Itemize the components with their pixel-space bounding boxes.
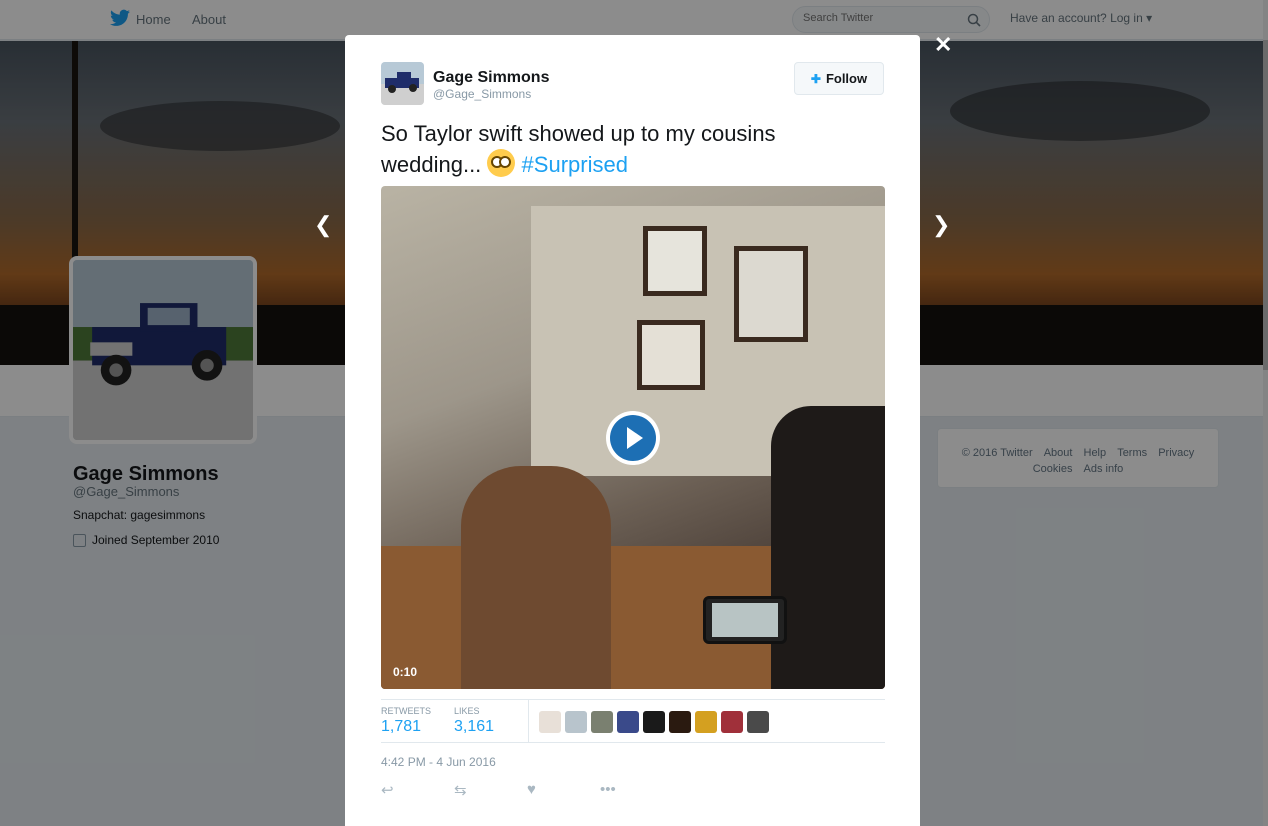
- retweets-count: 1,781: [381, 718, 422, 735]
- video-picture-frame: [643, 226, 707, 296]
- video-duration: 0:10: [393, 665, 418, 679]
- likes-count: 3,161: [454, 718, 495, 735]
- play-icon: [610, 415, 656, 461]
- tweet-actions: ↩ ⇆ ♥ •••: [381, 781, 673, 799]
- tweet-timestamp[interactable]: 4:42 PM - 4 Jun 2016: [381, 755, 496, 769]
- liker-avatar[interactable]: [721, 711, 743, 733]
- follow-label: Follow: [825, 71, 868, 86]
- liker-avatar[interactable]: [591, 711, 613, 733]
- more-icon[interactable]: •••: [600, 781, 673, 799]
- phone-screen: [712, 603, 778, 637]
- video-person: [461, 466, 611, 689]
- video-person: [771, 406, 885, 689]
- truck-thumbnail: [381, 62, 424, 105]
- stats-divider: [528, 700, 529, 742]
- author-avatar[interactable]: [381, 62, 424, 105]
- liker-avatar[interactable]: [617, 711, 639, 733]
- liker-avatar[interactable]: [669, 711, 691, 733]
- liker-avatar[interactable]: [565, 711, 587, 733]
- flushed-face-emoji-icon: [487, 149, 516, 177]
- video-phone: [703, 596, 787, 644]
- video-picture-frame: [734, 246, 808, 342]
- add-user-icon: ✚: [810, 71, 821, 86]
- author-handle[interactable]: @Gage_Simmons: [433, 87, 531, 101]
- reply-icon[interactable]: ↩: [381, 781, 454, 799]
- play-button[interactable]: [606, 411, 660, 465]
- video-player[interactable]: 0:10: [381, 186, 885, 689]
- tweet-text: So Taylor swift showed up to my cousins …: [381, 119, 881, 180]
- likers-avatars: [539, 711, 769, 733]
- author-name[interactable]: Gage Simmons: [433, 69, 549, 87]
- follow-button[interactable]: ✚ Follow: [794, 62, 884, 95]
- chevron-left-icon[interactable]: ❮: [314, 212, 332, 238]
- chevron-right-icon[interactable]: ❯: [932, 212, 950, 238]
- tweet-stats: RETWEETS 1,781 LIKES 3,161: [381, 699, 885, 743]
- liker-avatar[interactable]: [747, 711, 769, 733]
- close-icon[interactable]: ✕: [934, 32, 952, 58]
- liker-avatar[interactable]: [539, 711, 561, 733]
- retweets-label: RETWEETS: [381, 706, 432, 716]
- liker-avatar[interactable]: [643, 711, 665, 733]
- likes-label: LIKES: [454, 706, 480, 716]
- tweet-modal: Gage Simmons @Gage_Simmons ✚ Follow So T…: [345, 35, 920, 826]
- retweet-stat[interactable]: RETWEETS 1,781: [381, 706, 431, 736]
- retweet-icon[interactable]: ⇆: [454, 781, 527, 799]
- heart-icon[interactable]: ♥: [527, 781, 600, 799]
- video-picture-frame: [637, 320, 705, 390]
- hashtag-link[interactable]: #Surprised: [522, 152, 628, 177]
- liker-avatar[interactable]: [695, 711, 717, 733]
- likes-stat[interactable]: LIKES 3,161: [454, 706, 494, 736]
